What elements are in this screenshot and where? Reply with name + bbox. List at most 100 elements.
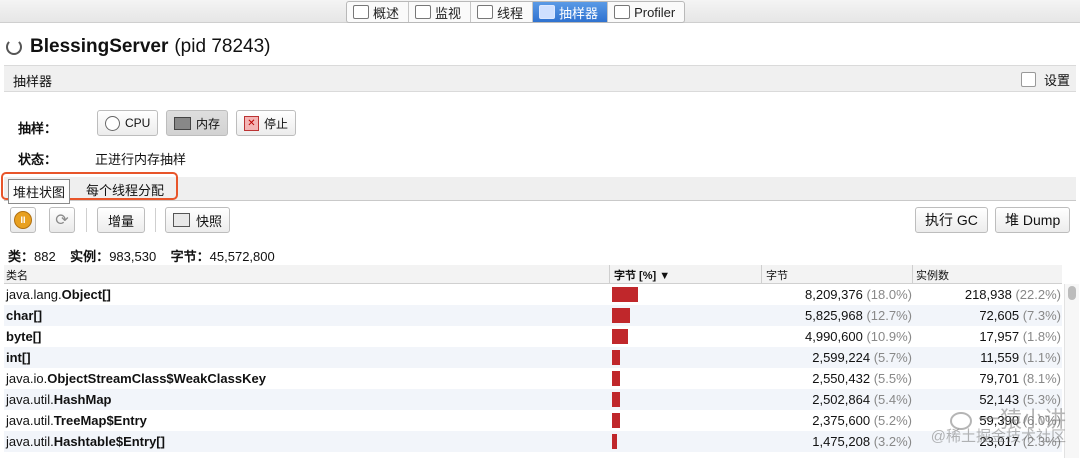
table-row[interactable]: java.util.Hashtable$Entry[] 1,475,208 (3…	[4, 431, 1062, 452]
bytes-percent: (12.7%)	[866, 308, 912, 323]
vertical-scrollbar[interactable]	[1064, 284, 1079, 458]
memory-button[interactable]: 内存	[166, 110, 229, 136]
profiler-icon	[614, 5, 631, 19]
pause-icon: II	[14, 211, 32, 229]
heap-dump-button[interactable]: 堆 Dump	[995, 207, 1071, 233]
tab-sampler[interactable]: 抽样器	[533, 2, 609, 22]
tab-profiler-label: Profiler	[634, 4, 676, 20]
stop-button-label: 停止	[264, 116, 289, 131]
column-divider[interactable]	[609, 265, 610, 283]
class-name-cell: java.io.ObjectStreamClass$WeakClassKey	[6, 371, 266, 386]
instances-percent: (8.1%)	[1022, 371, 1061, 386]
class-name-cell: char[]	[6, 308, 42, 323]
tab-per-thread-allocations[interactable]: 每个线程分配	[86, 180, 164, 199]
class-name-cell: java.util.HashMap	[6, 392, 112, 407]
cpu-button[interactable]: CPU	[97, 110, 159, 136]
perform-gc-button[interactable]: 执行 GC	[915, 207, 988, 233]
table-row[interactable]: byte[] 4,990,600 (10.9%) 17,957 (1.8%)	[4, 326, 1062, 347]
package-name: java.util.	[6, 434, 54, 449]
app-name: BlessingServer	[30, 36, 169, 57]
table-row[interactable]: char[] 5,825,968 (12.7%) 72,605 (7.3%)	[4, 305, 1062, 326]
monitor-icon	[415, 5, 432, 19]
instances-value: 79,701	[979, 371, 1020, 386]
column-bytes-percent[interactable]: 字节 [%] ▼	[614, 267, 670, 283]
instances-cell: 11,559 (1.1%)	[914, 350, 1061, 365]
class-name: char[]	[6, 308, 43, 323]
tab-monitor[interactable]: 监视	[409, 2, 472, 22]
memory-icon	[174, 116, 191, 130]
classes-label: 类：	[8, 249, 35, 264]
bytes-value: 2,599,224	[812, 350, 871, 365]
table-row[interactable]: java.util.TreeMap$Entry 2,375,600 (5.2%)…	[4, 410, 1062, 431]
scrollbar-thumb[interactable]	[1068, 286, 1076, 300]
bytes-value: 1,475,208	[812, 434, 871, 449]
tab-threads[interactable]: 线程	[471, 2, 534, 22]
refresh-button[interactable]: ⟳	[49, 207, 75, 233]
bytes-percent: (5.5%)	[873, 371, 912, 386]
table-row[interactable]: java.lang.Object[] 8,209,376 (18.0%) 218…	[4, 284, 1062, 305]
tab-overview[interactable]: 概述	[347, 2, 410, 22]
stop-button[interactable]: ✕ 停止	[236, 110, 297, 136]
bytes-cell: 1,475,208 (3.2%)	[764, 434, 912, 449]
table-header: 类名 字节 [%] ▼ 字节 实例数	[4, 265, 1062, 284]
pause-button[interactable]: II	[10, 207, 36, 233]
clock-icon	[105, 115, 120, 131]
bytes-bar	[612, 308, 630, 323]
tab-overview-label: 概述	[373, 5, 400, 21]
heap-stats: 类：882 实例：983,530 字节：45,572,800	[8, 246, 275, 265]
instances-percent: (7.3%)	[1022, 308, 1061, 323]
column-divider[interactable]	[761, 265, 762, 283]
class-name: TreeMap$Entry	[53, 413, 147, 428]
table-row[interactable]: java.util.HashMap 2,502,864 (5.4%) 52,14…	[4, 389, 1062, 410]
bytes-cell: 2,550,432 (5.5%)	[764, 371, 912, 386]
class-name-cell: java.util.Hashtable$Entry[]	[6, 434, 165, 449]
bytes-percent: (5.4%)	[873, 392, 912, 407]
bytes-bar	[612, 434, 617, 449]
settings-checkbox[interactable]	[1020, 72, 1036, 87]
bytes-cell: 4,990,600 (10.9%)	[764, 329, 912, 344]
column-class-name[interactable]: 类名	[6, 267, 28, 283]
settings-toggle[interactable]: 设置	[1020, 70, 1070, 89]
package-name: java.util.	[6, 413, 54, 428]
column-bytes-percent-label: 字节 [%]	[614, 270, 657, 282]
bytes-value: 5,825,968	[805, 308, 863, 323]
overview-icon	[353, 5, 369, 19]
instances-cell: 79,701 (8.1%)	[914, 371, 1061, 386]
heap-dump-label: 堆 Dump	[1005, 212, 1061, 228]
status-value: 正进行内存抽样	[95, 152, 187, 167]
column-bytes[interactable]: 字节	[766, 267, 788, 283]
bytes-percent: (18.0%)	[866, 287, 912, 302]
tab-heap-histogram[interactable]: 堆柱状图	[8, 179, 71, 204]
bytes-percent: (5.2%)	[873, 413, 912, 428]
bytes-percent: (5.7%)	[873, 350, 912, 365]
column-divider[interactable]	[912, 265, 913, 283]
tab-sampler-label: 抽样器	[559, 5, 599, 21]
instances-cell: 218,938 (22.2%)	[914, 287, 1061, 302]
sort-desc-icon: ▼	[659, 270, 671, 282]
instances-percent: (1.8%)	[1022, 329, 1061, 344]
class-name: int[]	[6, 350, 31, 365]
tab-profiler[interactable]: Profiler	[608, 2, 684, 22]
class-name: byte[]	[6, 329, 42, 344]
instances-percent: (22.2%)	[1015, 287, 1061, 302]
instances-cell: 72,605 (7.3%)	[914, 308, 1061, 323]
instances-value: 218,938	[964, 287, 1012, 302]
instances-value: 11,559	[980, 350, 1020, 365]
column-instances[interactable]: 实例数	[916, 267, 949, 283]
bytes-value: 2,502,864	[812, 392, 871, 407]
snapshot-button[interactable]: 快照	[165, 207, 231, 233]
bytes-percent: (3.2%)	[873, 434, 912, 449]
view-tab-strip: 概述 监视 线程 抽样器 Profiler	[0, 0, 1080, 23]
table-row[interactable]: java.io.ObjectStreamClass$WeakClassKey 2…	[4, 368, 1062, 389]
bytes-value: 4,990,600	[805, 329, 863, 344]
class-name: ObjectStreamClass$WeakClassKey	[47, 371, 266, 386]
sampler-icon	[539, 5, 556, 19]
bytes-bar	[612, 413, 620, 428]
refresh-icon: ⟳	[55, 212, 69, 229]
sampler-header: 抽样器 设置	[4, 65, 1076, 92]
delta-button[interactable]: 增量	[97, 207, 146, 233]
instances-value: 17,957	[979, 329, 1020, 344]
toolbar-divider	[86, 208, 87, 232]
section-title: 抽样器	[13, 74, 53, 89]
table-row[interactable]: int[] 2,599,224 (5.7%) 11,559 (1.1%)	[4, 347, 1062, 368]
